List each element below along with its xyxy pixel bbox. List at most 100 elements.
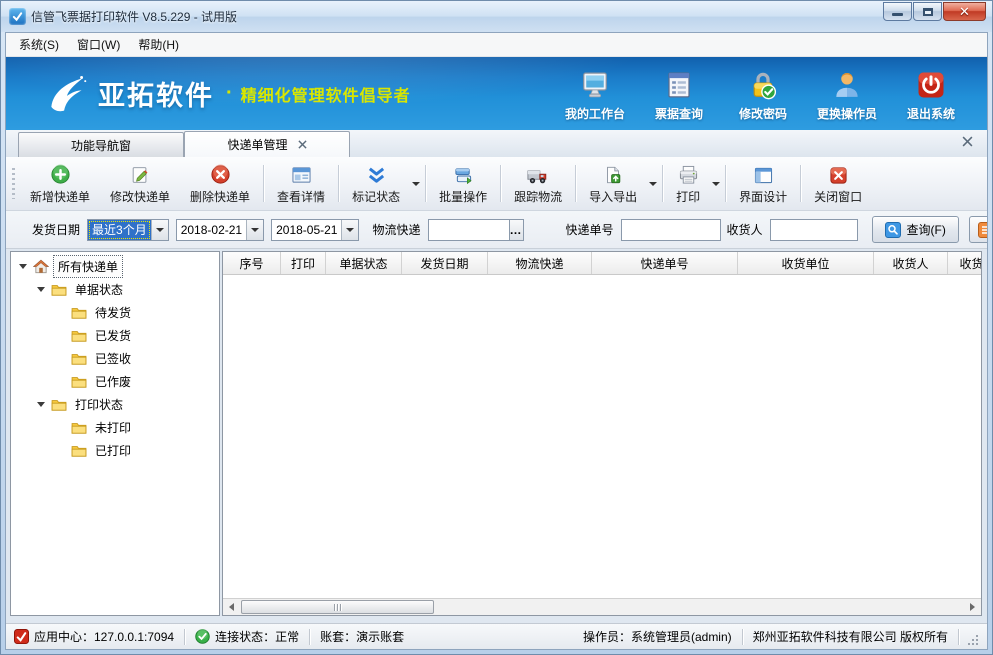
switch-operator-label: 更换操作员 xyxy=(817,105,877,122)
minimize-icon xyxy=(892,13,903,16)
exit-system-button[interactable]: 退出系统 xyxy=(889,65,973,122)
scrollbar-track[interactable] xyxy=(240,599,964,615)
tree-node-not-printed[interactable]: 未打印 xyxy=(11,416,219,439)
tree-node-all[interactable]: 所有快递单 xyxy=(11,255,219,278)
tree-node-doc-status[interactable]: 单据状态 xyxy=(11,278,219,301)
ui-design-button[interactable]: 界面设计 xyxy=(729,159,797,208)
search-button[interactable]: 查询(F) xyxy=(872,216,959,243)
view-detail-button[interactable]: 查看详情 xyxy=(267,159,335,208)
date-from-combobox[interactable]: 2018-02-21 xyxy=(176,219,264,241)
scrollbar-thumb[interactable] xyxy=(241,600,434,614)
mark-status-dropdown[interactable] xyxy=(410,159,422,208)
tree-node-voided-label: 已作废 xyxy=(91,371,135,392)
column-header-logistics[interactable]: 物流快递 xyxy=(488,252,592,274)
receiver-input[interactable] xyxy=(770,219,858,241)
close-tabstrip-icon[interactable] xyxy=(962,136,973,147)
print-dropdown[interactable] xyxy=(710,159,722,208)
search-icon xyxy=(885,222,901,238)
receiver-label: 收货人 xyxy=(727,221,763,238)
folder-icon xyxy=(71,421,87,434)
grid-header-row: 序号 打印 单据状态 发货日期 物流快递 快递单号 收货单位 收货人 收货人 xyxy=(223,252,981,275)
add-express-button[interactable]: 新增快递单 xyxy=(20,159,100,208)
tree-expander-icon[interactable] xyxy=(19,264,27,269)
menu-system[interactable]: 系统(S) xyxy=(10,33,68,56)
resize-grip[interactable] xyxy=(967,634,979,649)
scroll-left-icon[interactable] xyxy=(223,599,240,615)
close-icon: ✕ xyxy=(959,5,970,18)
close-button[interactable]: ✕ xyxy=(943,2,986,21)
tree-expander-icon[interactable] xyxy=(37,287,45,292)
menu-help[interactable]: 帮助(H) xyxy=(129,33,188,56)
logistics-ellipsis-button[interactable]: … xyxy=(510,219,524,241)
connection-status: 连接状态：正常 xyxy=(185,628,309,645)
ticket-query-button[interactable]: 票据查询 xyxy=(637,65,721,122)
change-password-button[interactable]: 修改密码 xyxy=(721,65,805,122)
track-logistics-button[interactable]: 跟踪物流 xyxy=(504,159,572,208)
batch-operate-button[interactable]: 批量操作 xyxy=(429,159,497,208)
import-export-dropdown[interactable] xyxy=(647,159,659,208)
switch-operator-button[interactable]: 更换操作员 xyxy=(805,65,889,122)
column-header-doc-status[interactable]: 单据状态 xyxy=(326,252,402,274)
tree-node-not-printed-label: 未打印 xyxy=(91,417,135,438)
tree-node-signed[interactable]: 已签收 xyxy=(11,347,219,370)
column-header-receiver-unit[interactable]: 收货单位 xyxy=(738,252,874,274)
tree-node-to-ship[interactable]: 待发货 xyxy=(11,301,219,324)
mark-status-button[interactable]: 标记状态 xyxy=(342,160,410,207)
toolbar-separator xyxy=(662,165,663,202)
toolbar-separator xyxy=(500,165,501,202)
folder-icon xyxy=(71,306,87,319)
column-header-print[interactable]: 打印 xyxy=(281,252,326,274)
tree-node-printed-label: 已打印 xyxy=(91,440,135,461)
menu-window[interactable]: 窗口(W) xyxy=(68,33,129,56)
printer-icon xyxy=(678,163,699,185)
connection-text: 连接状态：正常 xyxy=(215,628,299,645)
logistics-input[interactable] xyxy=(428,219,510,241)
date-range-dropdown[interactable] xyxy=(151,220,168,240)
maximize-button[interactable] xyxy=(913,2,942,21)
workbench-monitor-icon xyxy=(579,69,611,101)
close-tab-icon[interactable] xyxy=(298,140,307,149)
tracking-no-input[interactable] xyxy=(621,219,721,241)
date-range-combobox[interactable]: 最近3个月 xyxy=(87,219,169,241)
batch-icon xyxy=(453,163,474,185)
column-header-seq[interactable]: 序号 xyxy=(223,252,281,274)
track-logistics-label: 跟踪物流 xyxy=(514,188,562,205)
date-from-value: 2018-02-21 xyxy=(177,220,246,240)
column-header-tracking-no[interactable]: 快递单号 xyxy=(592,252,738,274)
tree-expander-icon[interactable] xyxy=(37,402,45,407)
column-header-ship-date[interactable]: 发货日期 xyxy=(402,252,488,274)
import-export-icon xyxy=(603,163,623,185)
tab-express-manage[interactable]: 快递单管理 xyxy=(184,131,350,157)
scroll-right-icon[interactable] xyxy=(964,599,981,615)
date-to-dropdown[interactable] xyxy=(341,220,358,240)
tree-node-printed[interactable]: 已打印 xyxy=(11,439,219,462)
tree-node-voided[interactable]: 已作废 xyxy=(11,370,219,393)
folder-icon xyxy=(71,329,87,342)
app-logo-icon xyxy=(9,8,26,25)
logistics-label: 物流快递 xyxy=(372,221,420,238)
tab-function-nav[interactable]: 功能导航窗 xyxy=(18,132,184,157)
horizontal-scrollbar[interactable] xyxy=(223,598,981,615)
close-window-button[interactable]: 关闭窗口 xyxy=(804,159,872,208)
tree-node-print-status-label: 打印状态 xyxy=(71,394,127,415)
toolbar-separator xyxy=(263,165,264,202)
import-export-button[interactable]: 导入导出 xyxy=(579,160,647,207)
date-to-combobox[interactable]: 2018-05-21 xyxy=(271,219,359,241)
tree-node-print-status[interactable]: 打印状态 xyxy=(11,393,219,416)
minimize-button[interactable] xyxy=(883,2,912,21)
folder-icon xyxy=(71,444,87,457)
workbench-button[interactable]: 我的工作台 xyxy=(553,65,637,122)
app-center-text: 应用中心：127.0.0.1:7094 xyxy=(34,628,174,645)
column-header-receiver[interactable]: 收货人 xyxy=(874,252,948,274)
more-query-button[interactable] xyxy=(969,216,987,243)
toolbar-grip[interactable] xyxy=(12,168,15,199)
import-export-label: 导入导出 xyxy=(589,188,637,205)
folder-icon xyxy=(51,283,67,296)
delete-express-button[interactable]: 删除快递单 xyxy=(180,159,260,208)
tree-node-shipped[interactable]: 已发货 xyxy=(11,324,219,347)
column-header-receiver-2[interactable]: 收货人 xyxy=(948,252,982,274)
date-from-dropdown[interactable] xyxy=(246,220,263,240)
print-button[interactable]: 打印 xyxy=(666,160,710,207)
delete-icon xyxy=(210,163,231,185)
edit-express-button[interactable]: 修改快递单 xyxy=(100,159,180,208)
